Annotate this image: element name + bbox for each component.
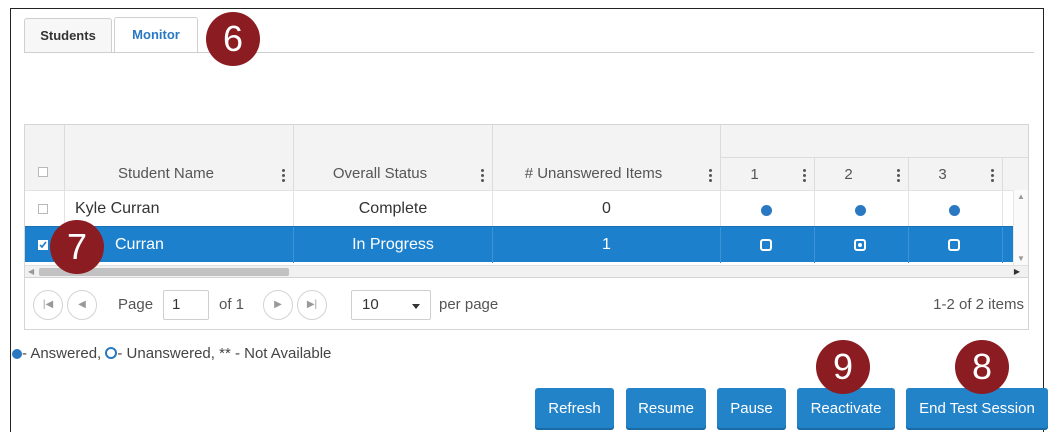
unanswered-ring-icon [760, 239, 772, 251]
answered-dot-icon [12, 349, 22, 359]
header-label: Overall Status [332, 165, 428, 182]
item-cell [909, 227, 1003, 263]
header-select-cell [25, 125, 65, 190]
end-test-session-button[interactable]: End Test Session [906, 388, 1048, 430]
resume-button[interactable]: Resume [626, 388, 706, 430]
unanswered-ring-icon [948, 239, 960, 251]
per-page-label: per page [439, 296, 499, 313]
column-menu-icon[interactable] [480, 167, 484, 184]
header-student-name[interactable]: Student Name [65, 125, 294, 190]
header-items-group [721, 125, 1028, 157]
item-cell [721, 227, 815, 263]
callout-badge: 9 [816, 340, 870, 394]
header-item-overflow [1003, 157, 1028, 190]
column-menu-icon[interactable] [990, 167, 994, 184]
scroll-left-icon[interactable]: ◀ [28, 267, 34, 276]
header-label: 3 [938, 166, 947, 183]
status-cell: Complete [294, 191, 493, 227]
unanswered-cell: 0 [493, 191, 721, 227]
column-menu-icon[interactable] [281, 167, 285, 184]
legend-not-available: ** - Not Available [219, 345, 332, 362]
first-page-button[interactable]: |◀ [33, 290, 63, 320]
scroll-right-icon[interactable]: ▶ [1014, 267, 1020, 276]
row-select-cell [25, 191, 65, 227]
page-input[interactable]: 1 [163, 290, 209, 320]
unanswered-cell: 1 [493, 227, 721, 263]
header-item-3[interactable]: 3 [909, 157, 1003, 190]
header-item-2[interactable]: 2 [815, 157, 909, 190]
page-size-select[interactable]: 10 [351, 290, 431, 320]
column-menu-icon[interactable] [708, 167, 712, 184]
callout-badge: 8 [955, 340, 1009, 394]
check-icon [39, 241, 47, 249]
column-menu-icon[interactable] [802, 167, 806, 184]
table-row[interactable]: Kyle Curran Complete 0 [25, 190, 1028, 227]
next-page-button[interactable]: ▶ [263, 290, 293, 320]
scroll-up-icon[interactable]: ▲ [1017, 192, 1025, 201]
header-label: Student Name [118, 165, 214, 182]
status-cell: In Progress [294, 227, 493, 263]
header-label: 1 [750, 166, 759, 183]
page-label: Page [118, 296, 154, 313]
legend: - Answered, - Unanswered, ** - Not Avail… [12, 345, 331, 362]
pause-button[interactable]: Pause [717, 388, 786, 430]
item-cell [815, 191, 909, 227]
row-checkbox-checked[interactable] [38, 240, 48, 250]
header-overall-status[interactable]: Overall Status [294, 125, 493, 190]
header-item-1[interactable]: 1 [721, 157, 815, 190]
column-menu-icon[interactable] [896, 167, 900, 184]
answered-dot-icon [761, 205, 772, 216]
pager-summary: 1-2 of 2 items [933, 296, 1024, 313]
tab-students[interactable]: Students [24, 18, 112, 52]
legend-unanswered: - Unanswered, [117, 345, 215, 362]
last-page-button[interactable]: ▶| [297, 290, 327, 320]
row-checkbox[interactable] [38, 204, 48, 214]
answered-dot-icon [949, 205, 960, 216]
item-cell [909, 191, 1003, 227]
answered-ring-icon [854, 239, 866, 251]
unanswered-ring-icon [105, 347, 118, 359]
header-label: # Unanswered Items [524, 165, 663, 182]
callout-badge: 7 [50, 220, 104, 274]
tab-divider [24, 52, 1034, 53]
answered-dot-icon [855, 205, 866, 216]
pager: |◀ ◀ Page 1 of 1 ▶ ▶| 10 per page 1-2 of… [25, 277, 1028, 329]
callout-badge: 6 [206, 12, 260, 66]
vertical-scrollbar[interactable]: ▲ ▼ [1013, 190, 1028, 265]
legend-answered: - Answered, [22, 345, 102, 362]
tab-monitor[interactable]: Monitor [114, 17, 198, 53]
refresh-button[interactable]: Refresh [535, 388, 614, 430]
page-size-value: 10 [362, 296, 379, 313]
header-unanswered-items[interactable]: # Unanswered Items [493, 125, 721, 190]
page-count: of 1 [219, 296, 245, 313]
header-label: 2 [844, 166, 853, 183]
select-all-checkbox[interactable] [38, 167, 48, 177]
item-cell [721, 191, 815, 227]
student-grid: Student Name Overall Status # Unanswered… [24, 124, 1029, 330]
chevron-down-icon [412, 304, 420, 309]
scroll-down-icon[interactable]: ▼ [1017, 254, 1025, 263]
student-name-cell[interactable]: Kyle Curran [65, 191, 294, 227]
reactivate-button[interactable]: Reactivate [797, 388, 895, 430]
item-cell [815, 227, 909, 263]
prev-page-button[interactable]: ◀ [67, 290, 97, 320]
table-row-selected[interactable]: Curran In Progress 1 [25, 226, 1028, 263]
